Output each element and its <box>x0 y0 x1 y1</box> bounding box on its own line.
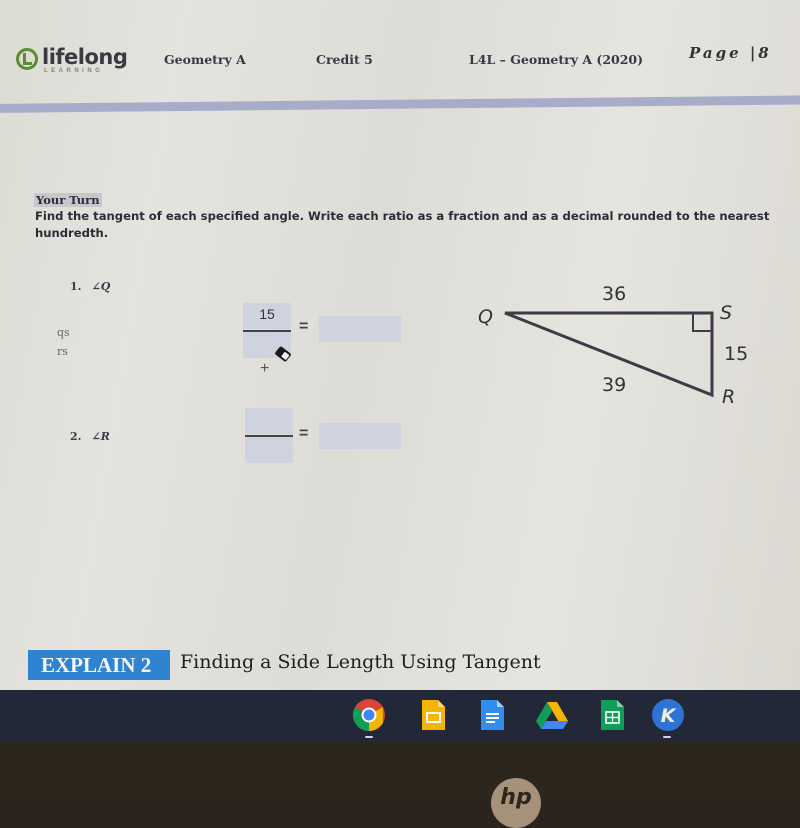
screen: lifelong LEARNING Geometry A Credit 5 L4… <box>0 0 800 742</box>
side-qs-label: 36 <box>602 283 626 305</box>
page-number: Page |8 <box>689 44 772 62</box>
q2-decimal-input[interactable] <box>319 423 401 449</box>
question-number: 1. <box>70 280 82 293</box>
crosshair-cursor-icon: + <box>260 360 270 377</box>
page-header: lifelong LEARNING Geometry A Credit 5 L4… <box>0 40 800 85</box>
equals-sign: = <box>299 425 309 442</box>
handwritten-note: rs <box>57 345 68 358</box>
explain-title: Finding a Side Length Using Tangent <box>180 651 541 673</box>
q2-numerator-input[interactable] <box>245 408 293 434</box>
chrome-icon[interactable] <box>352 698 386 732</box>
question-2-label: 2. ∠R <box>70 430 110 443</box>
numerator-value: 15 <box>259 306 275 322</box>
triangle-diagram: Q S R 36 15 39 <box>478 283 748 408</box>
q2-denominator-input[interactable] <box>245 437 293 463</box>
q1-decimal-input[interactable] <box>319 316 401 342</box>
course-code: L4L – Geometry A (2020) <box>469 52 644 67</box>
running-indicator <box>663 736 671 738</box>
course-name: Geometry A <box>164 52 246 67</box>
logo-subtitle: LEARNING <box>44 68 104 74</box>
kahoot-letter: K <box>661 705 677 727</box>
question-number: 2. <box>70 430 82 443</box>
question-angle: ∠Q <box>91 280 111 293</box>
your-turn-heading: Your Turn <box>34 193 102 207</box>
app-shelf: K <box>0 690 800 742</box>
instructions: Find the tangent of each specified angle… <box>35 209 770 240</box>
lifelong-logo: lifelong LEARNING <box>16 45 128 74</box>
side-sr-label: 15 <box>724 343 748 365</box>
question-angle: ∠R <box>91 430 110 443</box>
drive-icon[interactable] <box>535 698 569 732</box>
q1-numerator-input[interactable]: 15 <box>243 303 291 329</box>
hp-logo-icon: hp <box>491 778 541 828</box>
sheets-icon[interactable] <box>595 698 629 732</box>
vertex-s-label: S <box>720 302 732 324</box>
credit-label: Credit 5 <box>316 52 373 67</box>
explain-badge: EXPLAIN 2 <box>28 650 170 680</box>
vertex-r-label: R <box>722 386 735 408</box>
side-qr-label: 39 <box>602 374 626 396</box>
lifelong-logo-icon <box>16 48 38 70</box>
running-indicator <box>365 736 373 738</box>
logo-word: lifelong <box>42 45 128 69</box>
vertex-q-label: Q <box>478 306 493 328</box>
laptop-bezel <box>0 742 800 800</box>
right-angle-marker <box>692 313 712 332</box>
equals-sign: = <box>299 318 309 335</box>
handwritten-note: qs <box>57 326 70 339</box>
kahoot-icon[interactable]: K <box>651 698 685 732</box>
slides-icon[interactable] <box>416 698 450 732</box>
docs-icon[interactable] <box>475 698 509 732</box>
header-divider <box>0 95 800 113</box>
question-1-label: 1. ∠Q <box>70 280 110 293</box>
